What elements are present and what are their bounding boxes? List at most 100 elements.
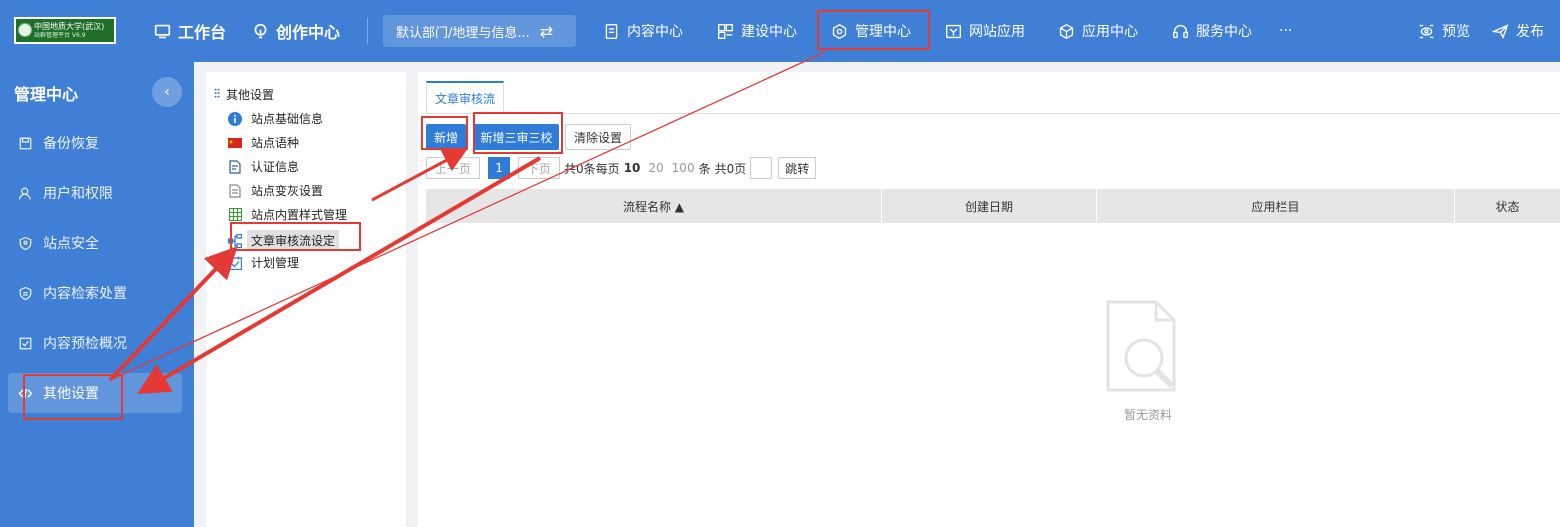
empty-state: 暂无资料 (1098, 300, 1198, 423)
sidebar-item-users[interactable]: 用户和权限 (8, 173, 182, 213)
topbar-divider (367, 18, 368, 44)
department-switcher[interactable]: 默认部门/地理与信息... ⇄ (383, 15, 576, 47)
top-bar: 中国地质大学(武汉) 站群管理平台 V6.9 工作台 创作中心 默认部门/地理与… (0, 0, 1560, 62)
nav-build-center[interactable]: 建设中心 (717, 0, 797, 62)
table-header: 流程名称 ▲ 创建日期 应用栏目 状态 (426, 189, 1560, 223)
nav-label: 服务中心 (1196, 24, 1252, 40)
sidebar-item-precheck[interactable]: 内容预检概况 (8, 323, 182, 363)
department-label: 默认部门/地理与信息... (396, 25, 530, 41)
page-size-option[interactable]: 100 (672, 161, 695, 175)
sidebar-item-label: 备份恢复 (43, 136, 99, 152)
per-page-label: 每页 (595, 161, 620, 176)
sidebar-item-label: 站点安全 (43, 236, 99, 252)
tree-item-label: 计划管理 (251, 256, 300, 270)
info-icon (228, 111, 242, 126)
column-status[interactable]: 状态 (1455, 189, 1560, 223)
chevron-left-icon: ‹ (164, 84, 170, 100)
document-icon (605, 23, 618, 39)
total-pages: 共0页 (714, 161, 747, 176)
more-menu[interactable]: ··· (1279, 0, 1292, 62)
eye-icon (1419, 24, 1434, 38)
workbench-button[interactable]: 工作台 (154, 0, 226, 62)
layout-icon (718, 23, 733, 39)
plan-icon (228, 256, 242, 270)
clear-settings-button[interactable]: 清除设置 (565, 124, 631, 150)
monitor-icon (154, 24, 171, 38)
page-jump-input[interactable] (750, 157, 773, 179)
logo-title: 中国地质大学(武汉) (34, 21, 105, 31)
tree-item-site-gray[interactable]: 站点变灰设置 (228, 182, 323, 199)
nav-label: 应用中心 (1082, 24, 1138, 40)
page-size-option[interactable]: 10 (624, 161, 641, 175)
check-icon (19, 337, 32, 349)
swap-icon: ⇄ (539, 21, 554, 41)
sidebar-item-security[interactable]: 站点安全 (8, 223, 182, 263)
tree-item-label: 站点内置样式管理 (251, 208, 348, 222)
unit-label: 条 (698, 161, 711, 176)
prev-page-button[interactable]: 上一页 (426, 157, 481, 179)
empty-search-icon (1106, 300, 1176, 392)
page-size-option[interactable]: 20 (648, 161, 663, 175)
creation-center-button[interactable]: 创作中心 (252, 0, 340, 62)
tree-root[interactable]: ⫶⫶ 其他设置 (214, 86, 274, 103)
cert-icon (228, 159, 242, 174)
tab-divider (426, 113, 1560, 114)
column-applied-channel[interactable]: 应用栏目 (1097, 189, 1455, 223)
university-seal-icon (18, 23, 32, 37)
nav-label: 网站应用 (969, 24, 1025, 40)
tree-item-plan[interactable]: 计划管理 (228, 254, 299, 271)
sidebar-item-content-search[interactable]: 内容检索处置 (8, 273, 182, 313)
current-page[interactable]: 1 (488, 157, 511, 179)
nav-website-apps[interactable]: 网站应用 (945, 0, 1025, 62)
total-count: 共0条 (564, 161, 596, 176)
main-panel: 文章审核流 新增 新增三审三校 清除设置 上一页 1 下页 共0条 每页 10 … (418, 72, 1560, 527)
badge-icon (19, 286, 32, 300)
sliders-icon: ⫶⫶ (214, 87, 221, 101)
tree-item-site-info[interactable]: 站点基础信息 (228, 110, 323, 127)
tree-item-certification[interactable]: 认证信息 (228, 158, 299, 175)
nav-label: 内容中心 (627, 24, 683, 40)
sidebar-item-backup[interactable]: 备份恢复 (8, 123, 182, 163)
sidebar-item-label: 用户和权限 (43, 186, 113, 202)
shield-icon (19, 236, 32, 250)
settings-tree: ⫶⫶ 其他设置 站点基础信息 站点语种 认证信息 站点变灰设置 站点内置样式管理… (206, 72, 406, 527)
tree-root-label: 其他设置 (226, 88, 275, 102)
column-created-date[interactable]: 创建日期 (882, 189, 1097, 223)
tab-review-flow[interactable]: 文章审核流 (426, 81, 505, 113)
grid-icon (228, 208, 242, 222)
creation-center-label: 创作中心 (276, 23, 341, 42)
annotation-box-add (421, 116, 468, 150)
file-icon (228, 183, 242, 198)
annotation-box-other-settings (23, 374, 123, 420)
next-page-button[interactable]: 下页 (518, 157, 561, 179)
collapse-sidebar-button[interactable]: ‹ (152, 77, 182, 107)
pagination: 上一页 1 下页 共0条 每页 10 20 100 条 共0页 跳转 (426, 157, 817, 179)
sidebar-item-label: 内容预检概况 (43, 336, 127, 352)
tree-item-label: 站点语种 (251, 136, 300, 150)
cube-icon (1059, 23, 1074, 39)
tree-item-builtin-style[interactable]: 站点内置样式管理 (228, 206, 347, 223)
annotation-box-add-three (473, 112, 563, 154)
nav-content-center[interactable]: 内容中心 (603, 0, 683, 62)
send-icon (1492, 23, 1509, 39)
sidebar-item-label: 内容检索处置 (43, 286, 127, 302)
nav-app-center[interactable]: 应用中心 (1058, 0, 1138, 62)
nav-label: 建设中心 (741, 24, 797, 40)
preview-label: 预览 (1442, 24, 1470, 40)
more-icon: ··· (1279, 23, 1293, 39)
sidebar-title: 管理中心 (14, 85, 79, 104)
jump-button[interactable]: 跳转 (778, 157, 817, 179)
publish-button[interactable]: 发布 (1492, 0, 1544, 62)
tree-item-site-language[interactable]: 站点语种 (228, 134, 299, 151)
logo[interactable]: 中国地质大学(武汉) 站群管理平台 V6.9 (14, 17, 116, 44)
web-icon (946, 24, 961, 38)
annotation-box-review-flow (230, 222, 361, 251)
user-icon (18, 187, 31, 200)
headset-icon (1173, 24, 1188, 38)
logo-subtitle: 站群管理平台 V6.9 (34, 31, 86, 39)
lightbulb-icon (254, 23, 267, 38)
nav-service-center[interactable]: 服务中心 (1172, 0, 1252, 62)
preview-button[interactable]: 预览 (1418, 0, 1470, 62)
save-icon (19, 137, 32, 149)
column-flow-name[interactable]: 流程名称 ▲ (426, 189, 882, 223)
